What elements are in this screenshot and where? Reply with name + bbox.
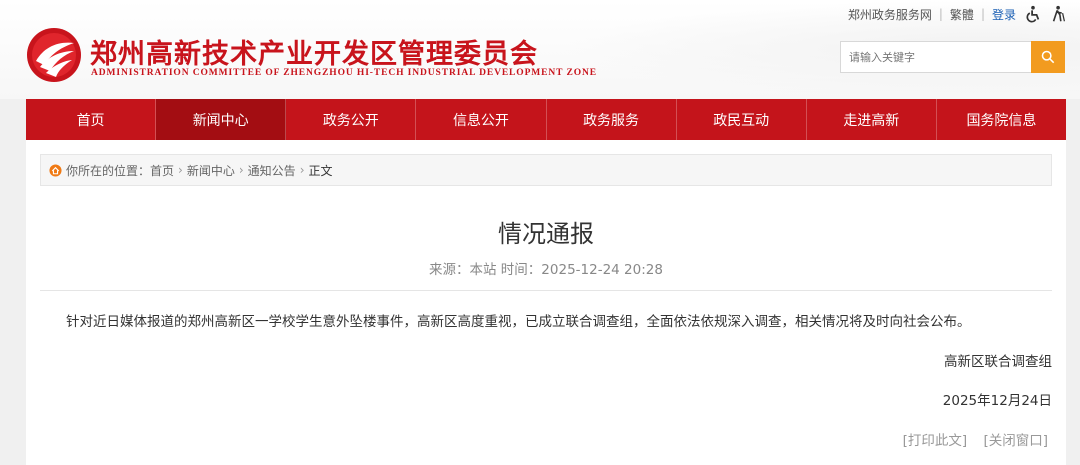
site-title[interactable]: 郑州高新技术产业开发区管理委员会 xyxy=(90,32,538,71)
nav-item-news[interactable]: 新闻中心 xyxy=(156,99,287,140)
divider xyxy=(40,290,1052,291)
site-subtitle: ADMINISTRATION COMMITTEE OF ZHENGZHOU HI… xyxy=(91,68,598,78)
article-title: 情况通报 xyxy=(498,220,594,248)
separator: | xyxy=(980,7,985,21)
print-button[interactable]: [打印此文] xyxy=(903,433,968,449)
article-actions: [打印此文] [关闭窗口] xyxy=(891,429,1048,449)
breadcrumb-prefix: 你所在的位置： xyxy=(66,163,151,178)
site-logo-icon[interactable] xyxy=(26,27,82,83)
nav-item-gov-services[interactable]: 政务服务 xyxy=(547,99,677,140)
home-location-icon xyxy=(49,163,62,177)
breadcrumb-current: 正文 xyxy=(308,163,333,178)
close-window-button[interactable]: [关闭窗口] xyxy=(983,433,1048,449)
top-links: 郑州政务服务网 | 繁體 | 登录 xyxy=(848,4,1068,24)
chevron-right-icon: › xyxy=(299,163,305,177)
content-panel: 你所在的位置： 首页 › 新闻中心 › 通知公告 › 正文 情况通报 来源：本站… xyxy=(26,140,1066,465)
search-box xyxy=(840,41,1065,73)
nav-item-gov-affairs[interactable]: 政务公开 xyxy=(286,99,417,140)
search-button[interactable] xyxy=(1031,41,1065,73)
nav-item-about[interactable]: 走进高新 xyxy=(807,99,937,140)
accessibility-wheelchair-icon[interactable] xyxy=(1024,5,1042,23)
nav-item-home[interactable]: 首页 xyxy=(26,99,157,140)
breadcrumb-home[interactable]: 首页 xyxy=(150,162,174,179)
search-input[interactable] xyxy=(840,41,1031,73)
breadcrumb-news[interactable]: 新闻中心 xyxy=(187,162,235,179)
nav-item-info-disclosure[interactable]: 信息公开 xyxy=(416,99,547,140)
chevron-right-icon: › xyxy=(238,163,244,177)
elderly-mode-icon[interactable] xyxy=(1050,5,1068,23)
article-body: 针对近日媒体报道的郑州高新区一学校学生意外坠楼事件，高新区高度重视，已成立联合调… xyxy=(66,314,971,330)
gov-portal-link[interactable]: 郑州政务服务网 xyxy=(848,6,932,23)
nav-item-state-council[interactable]: 国务院信息 xyxy=(937,99,1066,140)
main-nav: 首页 新闻中心 政务公开 信息公开 政务服务 政民互动 走进高新 国务院信息 xyxy=(26,99,1066,140)
article-meta: 来源：本站 时间：2025-12-24 20:28 xyxy=(429,262,663,278)
login-link[interactable]: 登录 xyxy=(992,6,1016,23)
traditional-chinese-link[interactable]: 繁體 xyxy=(950,6,974,23)
search-icon xyxy=(1041,50,1055,64)
article-signature: 高新区联合调查组 xyxy=(944,354,1052,370)
nav-item-interaction[interactable]: 政民互动 xyxy=(677,99,807,140)
breadcrumb: 你所在的位置： 首页 › 新闻中心 › 通知公告 › 正文 xyxy=(40,154,1052,186)
article-date: 2025年12月24日 xyxy=(942,393,1052,409)
separator: | xyxy=(938,7,943,21)
breadcrumb-notices[interactable]: 通知公告 xyxy=(248,162,296,179)
chevron-right-icon: › xyxy=(178,163,183,177)
